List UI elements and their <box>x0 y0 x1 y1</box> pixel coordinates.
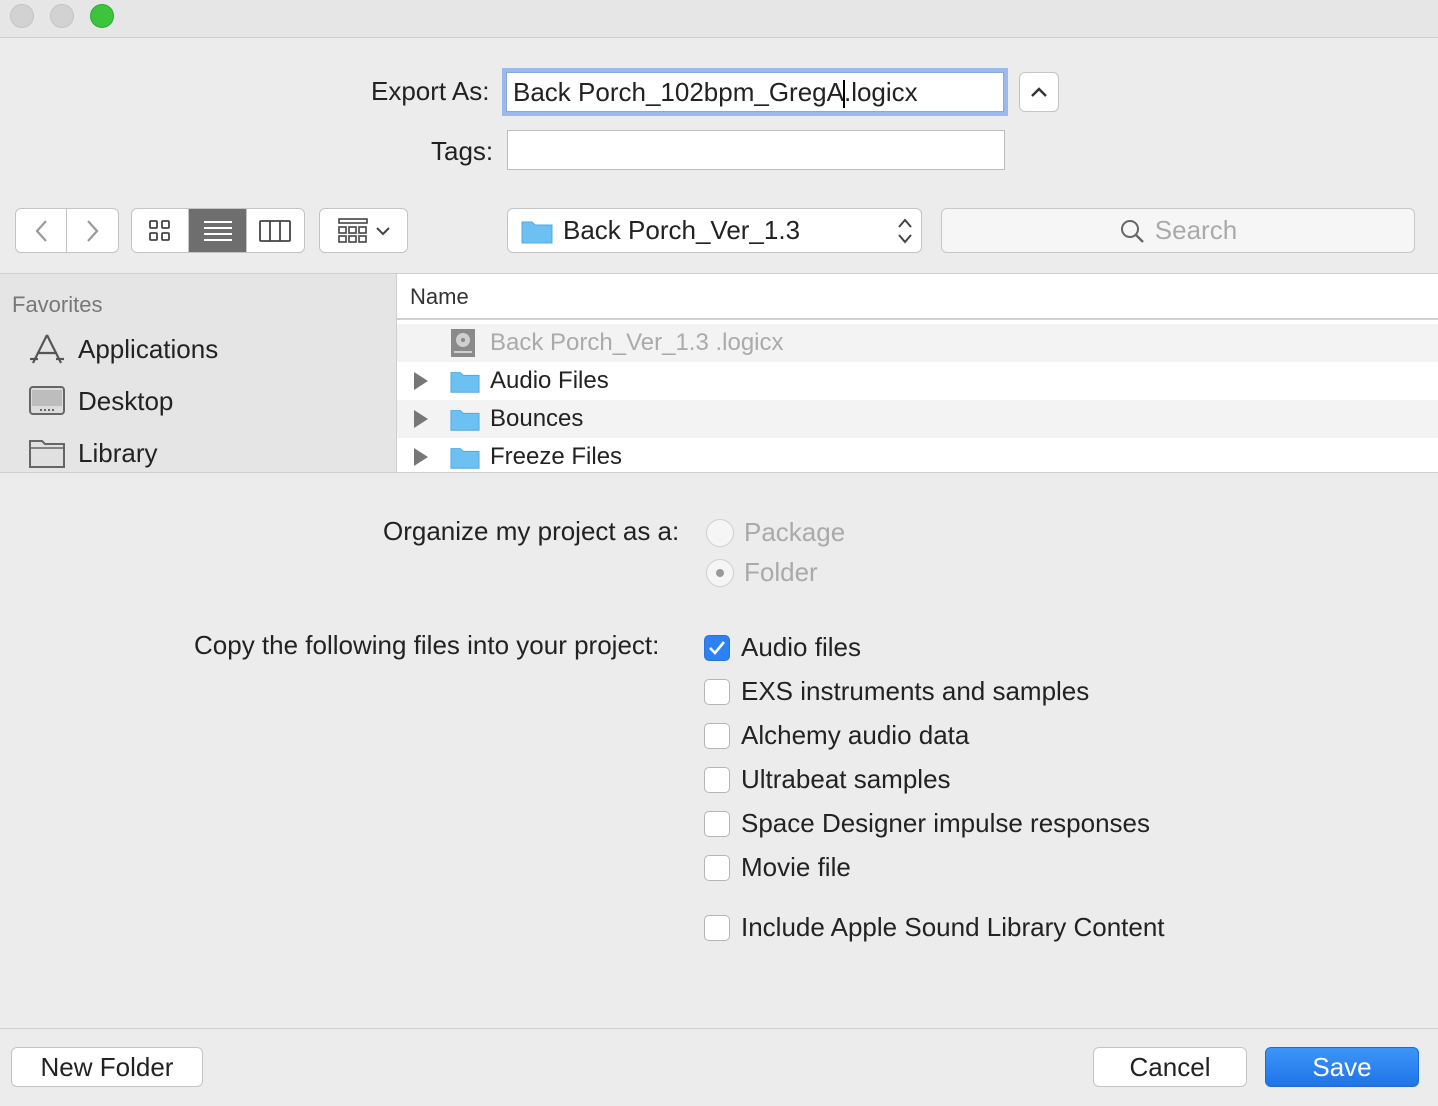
radio-circle <box>706 558 734 587</box>
folder-icon <box>521 221 553 243</box>
apple-sound-library-checkbox[interactable]: Include Apple Sound Library Content <box>704 912 1165 943</box>
applications-icon <box>28 332 66 366</box>
sidebar-item-label: Applications <box>78 333 219 364</box>
sidebar: Favorites Applications Desktop Library <box>0 274 397 472</box>
checkbox-label: EXS instruments and samples <box>741 676 1090 706</box>
checkbox-box <box>704 766 730 793</box>
folder-icon <box>450 406 480 432</box>
checkbox-label: Movie file <box>741 852 851 882</box>
list-item[interactable]: Bounces <box>397 400 1438 438</box>
column-view-button[interactable] <box>247 209 304 252</box>
checkbox-box <box>704 678 730 705</box>
minimize-button[interactable] <box>50 4 74 28</box>
favorites-heading: Favorites <box>12 292 103 317</box>
organize-label: Organize my project as a: <box>383 516 680 546</box>
name-column-header[interactable]: Name <box>397 274 1438 320</box>
save-button[interactable]: Save <box>1265 1047 1419 1087</box>
checkbox-label: Space Designer impulse responses <box>741 808 1150 838</box>
cancel-button[interactable]: Cancel <box>1093 1047 1247 1087</box>
group-by-control <box>319 208 408 253</box>
sidebar-item-applications[interactable]: Applications <box>28 329 218 369</box>
radio-label: Folder <box>744 557 818 587</box>
space-designer-checkbox[interactable]: Space Designer impulse responses <box>704 808 1150 839</box>
grid-icon <box>149 219 171 241</box>
export-as-field[interactable]: Back Porch_102bpm_GregA.logicx <box>506 72 1004 112</box>
tags-field[interactable] <box>507 130 1005 170</box>
checkbox-label: Alchemy audio data <box>741 720 970 750</box>
list-item: Back Porch_Ver_1.3 .logicx <box>397 324 1438 362</box>
checkmark-icon <box>709 640 726 655</box>
search-field[interactable]: Search <box>941 208 1415 253</box>
desktop-icon <box>28 384 66 418</box>
filename-text: Back Porch_102bpm_GregA <box>513 77 844 107</box>
folder-icon <box>28 436 66 470</box>
save-panel: Export As: Back Porch_102bpm_GregA.logic… <box>0 38 1438 1106</box>
movie-file-checkbox[interactable]: Movie file <box>704 852 851 883</box>
location-popup[interactable]: Back Porch_Ver_1.3 <box>507 208 922 253</box>
icon-view-button[interactable] <box>132 209 190 252</box>
folder-radio[interactable]: Folder <box>706 557 818 588</box>
exs-instruments-checkbox[interactable]: EXS instruments and samples <box>704 676 1089 707</box>
group-by-button[interactable] <box>320 209 407 252</box>
checkbox-box <box>704 634 730 661</box>
chevron-left-icon <box>35 219 47 242</box>
zoom-button[interactable] <box>90 4 114 28</box>
chevron-right-icon <box>86 219 98 242</box>
file-list: Name Back Porch_Ver_1.3 .logicx Audio Fi… <box>397 274 1438 472</box>
logic-project-icon <box>450 329 480 357</box>
checkbox-box <box>704 810 730 837</box>
checkbox-box <box>704 854 730 881</box>
group-grid-icon <box>337 217 368 243</box>
list-item[interactable]: Freeze Files <box>397 438 1438 472</box>
checkbox-label: Audio files <box>741 632 861 662</box>
search-placeholder: Search <box>1154 215 1238 245</box>
chevron-up-icon <box>1031 87 1047 97</box>
list-item[interactable]: Audio Files <box>397 362 1438 400</box>
list-view-button[interactable] <box>189 209 247 252</box>
sidebar-item-library[interactable]: Library <box>28 433 158 472</box>
view-mode-control <box>131 208 305 253</box>
sidebar-item-label: Library <box>78 437 158 468</box>
up-down-chevron-icon <box>898 218 912 244</box>
forward-button[interactable] <box>67 209 118 252</box>
back-button[interactable] <box>16 209 68 252</box>
list-icon <box>203 220 232 241</box>
file-name: Audio Files <box>490 367 609 394</box>
folder-icon <box>450 368 480 394</box>
disclosure-triangle-icon[interactable] <box>414 448 428 466</box>
chevron-down-icon <box>375 226 390 235</box>
package-radio[interactable]: Package <box>706 517 845 548</box>
checkbox-box <box>704 914 730 941</box>
columns-icon <box>259 219 292 242</box>
filename-extension-text: .logicx <box>843 77 918 107</box>
file-name: Freeze Files <box>490 443 623 470</box>
folder-icon <box>450 444 480 470</box>
file-name: Bounces <box>490 405 584 432</box>
title-bar <box>0 0 1438 38</box>
location-label: Back Porch_Ver_1.3 <box>563 215 801 245</box>
sidebar-item-desktop[interactable]: Desktop <box>28 381 173 421</box>
collapse-toggle-button[interactable] <box>1019 72 1059 112</box>
checkbox-box <box>704 722 730 749</box>
file-browser: Favorites Applications Desktop Library N… <box>0 273 1438 473</box>
file-name: Back Porch_Ver_1.3 .logicx <box>490 329 784 356</box>
disclosure-triangle-icon[interactable] <box>414 410 428 428</box>
footer-divider <box>0 1028 1438 1029</box>
close-button[interactable] <box>10 4 34 28</box>
radio-circle <box>706 518 734 547</box>
new-folder-button[interactable]: New Folder <box>11 1047 203 1087</box>
disclosure-triangle-icon[interactable] <box>414 372 428 390</box>
sidebar-item-label: Desktop <box>78 385 174 416</box>
audio-files-checkbox[interactable]: Audio files <box>704 632 861 663</box>
checkbox-label: Ultrabeat samples <box>741 764 951 794</box>
tags-label: Tags: <box>431 136 494 166</box>
copy-files-label: Copy the following files into your proje… <box>194 630 660 660</box>
radio-label: Package <box>744 517 846 547</box>
export-as-label: Export As: <box>371 76 490 106</box>
alchemy-audio-checkbox[interactable]: Alchemy audio data <box>704 720 969 751</box>
checkbox-label: Include Apple Sound Library Content <box>741 912 1165 942</box>
search-icon <box>1120 219 1144 243</box>
ultrabeat-samples-checkbox[interactable]: Ultrabeat samples <box>704 764 951 795</box>
back-forward-control <box>15 208 119 253</box>
